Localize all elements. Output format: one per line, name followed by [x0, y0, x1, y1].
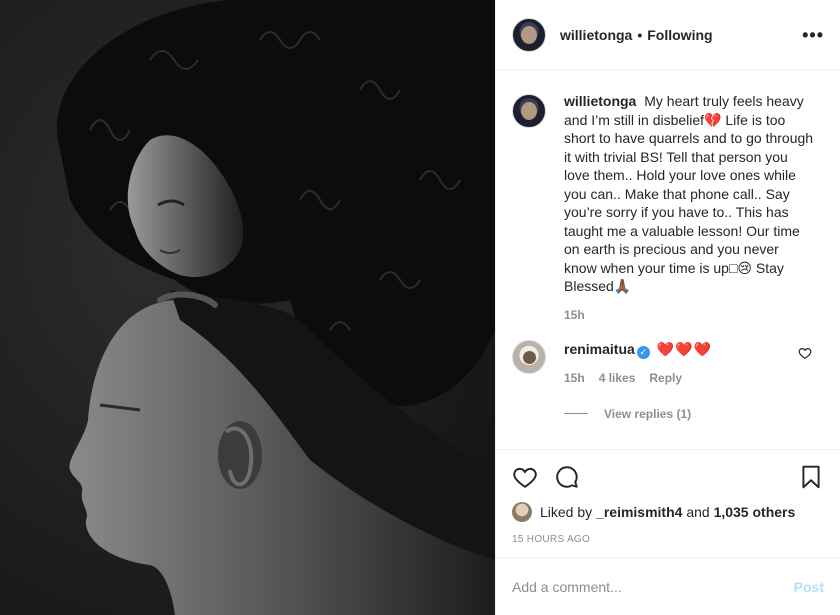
commenter-username[interactable]: renimaitua [564, 341, 635, 357]
author-username[interactable]: willietonga [560, 27, 632, 43]
following-button[interactable]: Following [647, 27, 712, 43]
author-avatar[interactable] [512, 17, 546, 52]
comment-meta: 15h 4 likes Reply [564, 371, 814, 385]
more-options-icon[interactable]: ••• [802, 26, 824, 44]
liked-by-prefix: Liked by [540, 504, 593, 520]
first-liker-link[interactable]: _reimismith4 [596, 504, 682, 520]
comment-item: renimaitua ✓ ❤️❤️❤️ 15h 4 likes Reply [512, 339, 824, 385]
action-icons [512, 460, 824, 494]
heart-outline-icon[interactable] [512, 464, 538, 490]
liker-avatar[interactable] [512, 502, 532, 522]
comment-text: ❤️❤️❤️ [656, 340, 712, 357]
liked-by-joiner: and [686, 504, 710, 520]
caption-avatar[interactable] [512, 94, 546, 128]
add-comment-bar: Post [496, 557, 840, 615]
view-replies-label: View replies (1) [604, 406, 692, 421]
comment-text-block: renimaitua ✓ ❤️❤️❤️ [564, 340, 814, 359]
caption: willietonga My heart truly feels heavy a… [512, 92, 824, 322]
comment-like-icon[interactable] [798, 346, 812, 360]
bookmark-icon[interactable] [798, 464, 824, 490]
comment-likes[interactable]: 4 likes [599, 371, 636, 385]
view-replies-button[interactable]: View replies (1) [564, 407, 824, 421]
liked-by: Liked by _reimismith4 and 1,035 others [512, 502, 824, 522]
view-replies-line [564, 413, 588, 414]
caption-text-block: willietonga My heart truly feels heavy a… [564, 92, 814, 296]
caption-age: 15h [564, 307, 585, 322]
header-separator: • [637, 26, 643, 43]
add-comment-input[interactable] [512, 578, 794, 595]
post-timestamp[interactable]: 15 HOURS AGO [512, 534, 824, 545]
comment-bubble-icon[interactable] [554, 464, 580, 490]
post-modal: willietonga • Following ••• willietonga … [0, 0, 840, 615]
comment-body: renimaitua ✓ ❤️❤️❤️ 15h 4 likes Reply [564, 340, 814, 385]
others-likes-link[interactable]: 1,035 others [714, 504, 796, 520]
post-actions: Liked by _reimismith4 and 1,035 others 1… [496, 449, 840, 545]
author-names: willietonga • Following [560, 27, 713, 43]
reply-button[interactable]: Reply [649, 371, 682, 385]
post-comment-button[interactable]: Post [794, 579, 824, 595]
photo-illustration [0, 0, 495, 615]
caption-text: My heart truly feels heavy and I’m still… [564, 93, 814, 294]
comment-age: 15h [564, 370, 585, 385]
verified-badge-icon: ✓ [636, 345, 650, 359]
post-sidebar: willietonga • Following ••• willietonga … [495, 0, 840, 615]
caption-body: willietonga My heart truly feels heavy a… [564, 92, 814, 322]
post-photo[interactable] [0, 0, 495, 615]
commenter-avatar[interactable] [512, 339, 546, 374]
comments-section[interactable]: willietonga My heart truly feels heavy a… [496, 70, 840, 449]
post-header: willietonga • Following ••• [496, 0, 840, 70]
caption-username[interactable]: willietonga [564, 93, 636, 109]
